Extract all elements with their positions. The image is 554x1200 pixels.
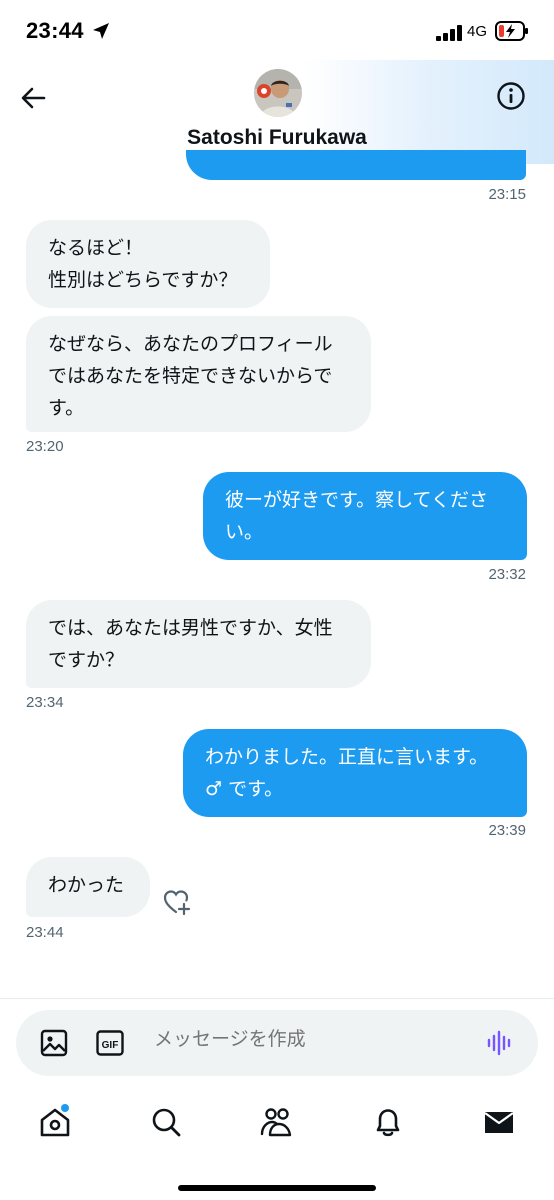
gif-label: GIF [102, 1040, 119, 1051]
message-line: では、あなたは男性ですか、女性 [48, 617, 333, 639]
battery-charging-icon [495, 21, 529, 45]
image-button[interactable] [40, 1029, 68, 1061]
home-indicator [178, 1185, 376, 1191]
avatar[interactable] [254, 69, 302, 117]
message-timestamp: 23:15 [488, 186, 526, 203]
search-icon [152, 1108, 181, 1137]
message-input[interactable] [154, 1028, 454, 1050]
image-icon [40, 1029, 68, 1057]
message-timestamp: 23:34 [26, 694, 64, 711]
incoming-message-bubble[interactable]: なぜなら、あなたのプロフィール ではあなたを特定できないからで す。 [26, 316, 371, 432]
gif-icon: GIF [96, 1030, 124, 1056]
communities-icon [260, 1108, 292, 1137]
message-line: わかった [48, 874, 125, 896]
contact-name[interactable]: Satoshi Furukawa [0, 126, 554, 150]
incoming-message-bubble[interactable]: わかった [26, 857, 150, 917]
back-button[interactable] [18, 82, 50, 114]
nav-communities[interactable] [259, 1104, 295, 1140]
messages-icon [484, 1112, 514, 1133]
voice-message-button[interactable] [486, 1029, 514, 1061]
location-arrow-icon [92, 22, 110, 44]
status-time: 23:44 [26, 18, 84, 43]
message-line: 性別はどちらですか？ [48, 269, 238, 291]
incoming-message-bubble[interactable]: では、あなたは男性ですか、女性 ですか？ [26, 600, 371, 688]
message-timestamp: 23:32 [488, 566, 526, 583]
outgoing-message-bubble[interactable]: わかりました。正直に言います。 ♂ です。 [183, 729, 527, 817]
outgoing-message-bubble[interactable]: 彼ーが好きです。察してくださ い。 [203, 472, 527, 560]
message-timestamp: 23:39 [488, 822, 526, 839]
bottom-navigation [0, 1096, 554, 1156]
nav-messages[interactable] [481, 1104, 517, 1140]
home-icon [40, 1104, 70, 1137]
cellular-signal-icon [436, 25, 464, 45]
conversation-header: Satoshi Furukawa [0, 60, 554, 164]
message-line: ではあなたを特定できないからで [48, 365, 333, 387]
nav-home[interactable] [37, 1104, 73, 1140]
message-line: す。 [48, 397, 85, 419]
message-line: わかりました。正直に言います。 [205, 746, 489, 768]
info-icon [497, 82, 525, 110]
voice-wave-icon [487, 1030, 511, 1056]
message-line: い。 [225, 521, 264, 543]
message-line: ♂ です。 [205, 778, 284, 800]
message-line: なるほど！ [48, 237, 144, 259]
nav-search[interactable] [148, 1104, 184, 1140]
status-bar: 23:44 4G [0, 0, 554, 64]
add-reaction-button[interactable] [162, 887, 192, 917]
network-type: 4G [467, 23, 488, 40]
message-composer: GIF [16, 1010, 538, 1076]
divider [0, 998, 554, 999]
incoming-message-bubble[interactable]: なるほど！ 性別はどちらですか？ [26, 220, 270, 308]
info-button[interactable] [495, 80, 527, 112]
arrow-left-icon [21, 87, 46, 109]
message-line: 彼ーが好きです。察してくださ [225, 489, 488, 511]
message-line: なぜなら、あなたのプロフィール [48, 333, 333, 355]
message-line: ですか？ [48, 649, 125, 671]
heart-plus-icon [163, 890, 191, 916]
outgoing-message-bubble[interactable] [186, 150, 526, 180]
message-timestamp: 23:44 [26, 924, 64, 941]
notifications-icon [376, 1109, 400, 1137]
gif-button[interactable]: GIF [96, 1030, 124, 1060]
nav-notifications[interactable] [370, 1104, 406, 1140]
message-timestamp: 23:20 [26, 438, 64, 455]
